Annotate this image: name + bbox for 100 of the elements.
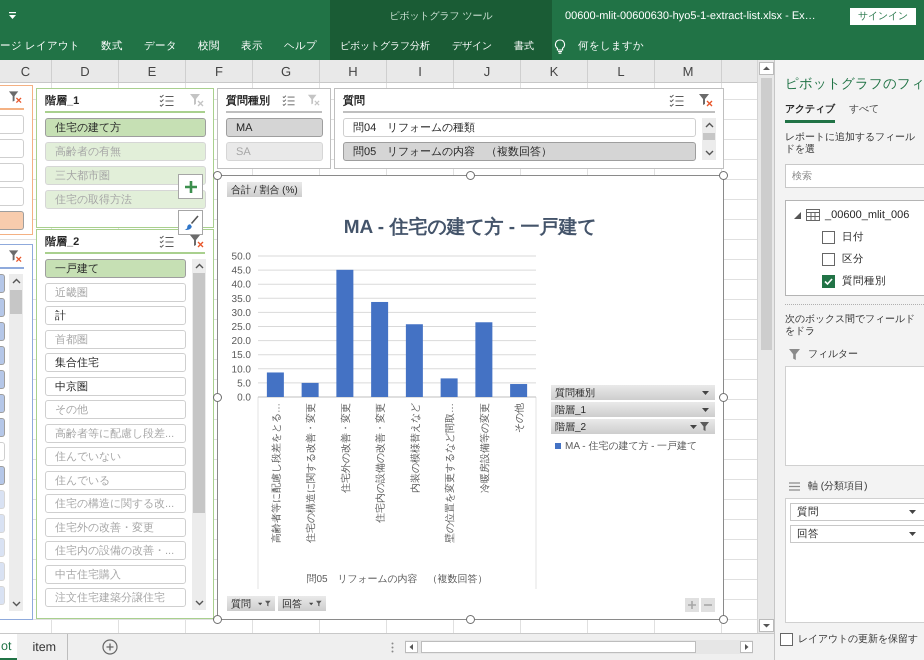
dropdown-icon[interactable]: [909, 510, 916, 514]
clear-filter-icon[interactable]: [8, 90, 22, 104]
chart-styles-button[interactable]: [178, 210, 203, 235]
slicer-item[interactable]: [0, 370, 5, 389]
checkbox[interactable]: [822, 230, 835, 244]
dropdown-icon[interactable]: [702, 390, 709, 394]
horizontal-scrollbar[interactable]: [405, 640, 753, 654]
slicer-item[interactable]: 一戸建て: [45, 259, 186, 278]
ribbon-tab[interactable]: 書式: [514, 39, 534, 53]
checklist-icon[interactable]: [669, 94, 684, 106]
sheet-tab[interactable]: item: [21, 634, 68, 660]
slicer-item[interactable]: 問04 リフォームの種類: [343, 118, 696, 137]
column-header[interactable]: L: [588, 60, 655, 82]
area-field[interactable]: 質問: [790, 503, 924, 521]
scroll-down-icon[interactable]: [194, 600, 204, 606]
dropdown-icon[interactable]: [690, 424, 697, 428]
checklist-icon[interactable]: [282, 94, 295, 106]
scroll-up-icon[interactable]: [704, 122, 714, 128]
scrollbar[interactable]: [9, 274, 23, 611]
dropdown-icon[interactable]: [702, 408, 709, 412]
resize-handle[interactable]: [213, 393, 222, 402]
scrollbar-thumb[interactable]: [421, 641, 696, 653]
field-button[interactable]: 質問種別: [551, 385, 715, 400]
scrollbar-thumb[interactable]: [703, 133, 715, 140]
sign-in-button[interactable]: サインイン: [850, 8, 916, 24]
vertical-scrollbar[interactable]: [757, 60, 774, 633]
resize-handle[interactable]: [213, 171, 222, 180]
vertical-dots-icon[interactable]: [391, 642, 394, 652]
resize-handle[interactable]: [466, 615, 475, 624]
field-button[interactable]: 回答: [278, 596, 326, 611]
field-name[interactable]: 区分: [842, 252, 864, 266]
ribbon-tab[interactable]: ピボットグラフ分析: [340, 39, 430, 53]
resize-handle[interactable]: [719, 393, 728, 402]
scroll-right-icon[interactable]: [740, 641, 753, 653]
column-header[interactable]: F: [186, 60, 253, 82]
dropdown-icon[interactable]: [909, 532, 916, 536]
column-header[interactable]: K: [521, 60, 588, 82]
scroll-down-icon[interactable]: [704, 150, 714, 156]
scrollbar-thumb[interactable]: [10, 290, 22, 314]
search-field[interactable]: 検索: [785, 164, 924, 188]
scrollbar[interactable]: [192, 259, 206, 610]
slicer-item[interactable]: [0, 394, 5, 413]
column-header[interactable]: M: [655, 60, 722, 82]
field-button[interactable]: 質問: [227, 596, 275, 611]
sheet-tab[interactable]: ot: [0, 634, 18, 660]
dropdown-icon[interactable]: [258, 602, 262, 606]
checkbox[interactable]: [822, 274, 835, 288]
resize-handle[interactable]: [466, 171, 475, 180]
slicer-item[interactable]: 計: [45, 306, 186, 325]
slicer-item[interactable]: 住宅の建て方: [45, 118, 206, 137]
scrollbar-thumb[interactable]: [760, 78, 772, 350]
tell-me-search[interactable]: 何をしますか: [578, 39, 644, 53]
slicer-item[interactable]: 中京圏: [45, 376, 186, 396]
pane-tab[interactable]: アクティブ: [785, 102, 835, 123]
ribbon-tab[interactable]: ージ レイアウト: [0, 39, 80, 53]
ribbon-tab[interactable]: データ: [144, 39, 177, 53]
ribbon-tab[interactable]: 数式: [100, 39, 123, 53]
field-button[interactable]: 階層_1: [551, 402, 715, 417]
slicer-item[interactable]: [0, 418, 5, 437]
clear-filter-icon[interactable]: [698, 93, 713, 107]
clear-filter-icon[interactable]: [8, 249, 22, 263]
resize-handle[interactable]: [719, 171, 728, 180]
scroll-up-icon[interactable]: [194, 263, 204, 269]
slicer-item[interactable]: 集合住宅: [45, 353, 186, 372]
pane-tab[interactable]: すべて: [849, 102, 879, 123]
checklist-icon[interactable]: [159, 94, 174, 106]
column-header[interactable]: I: [387, 60, 454, 82]
dropdown-icon[interactable]: [8, 12, 17, 20]
scroll-down-icon[interactable]: [12, 601, 20, 607]
clear-filter-icon[interactable]: [189, 234, 204, 248]
scrollbar-thumb[interactable]: [193, 273, 205, 513]
checkbox[interactable]: [822, 252, 835, 266]
field-name[interactable]: 日付: [842, 230, 864, 244]
slicer-item[interactable]: [0, 322, 5, 341]
column-header[interactable]: H: [320, 60, 387, 82]
scroll-down-icon[interactable]: [758, 619, 774, 632]
add-sheet-icon[interactable]: [102, 639, 118, 655]
scrollbar[interactable]: [702, 118, 716, 160]
slicer-item[interactable]: [0, 298, 5, 317]
column-header[interactable]: C: [0, 60, 52, 82]
checklist-icon[interactable]: [159, 234, 174, 248]
slicer-item[interactable]: [0, 274, 5, 293]
field-button[interactable]: 合計 / 割合 (%): [227, 182, 302, 197]
expand-caret-icon[interactable]: [794, 212, 801, 218]
ribbon-tab[interactable]: ヘルプ: [284, 39, 317, 53]
slicer-item[interactable]: [0, 466, 5, 485]
column-header[interactable]: G: [253, 60, 320, 82]
resize-handle[interactable]: [719, 615, 728, 624]
scroll-left-icon[interactable]: [405, 641, 418, 653]
dropdown-icon[interactable]: [309, 602, 314, 606]
scroll-up-icon[interactable]: [758, 62, 774, 75]
field-name[interactable]: 質問種別: [842, 274, 886, 288]
defer-update-label[interactable]: レイアウトの更新を保留す: [798, 632, 918, 646]
field-button[interactable]: 階層_2: [551, 419, 715, 434]
column-header[interactable]: D: [52, 60, 119, 82]
column-header[interactable]: E: [119, 60, 186, 82]
chart-elements-button[interactable]: [178, 174, 203, 199]
ribbon-tab[interactable]: 表示: [240, 39, 263, 53]
ribbon-tab[interactable]: デザイン: [452, 39, 492, 53]
slicer-item[interactable]: 問05 リフォームの内容 （複数回答）: [343, 142, 696, 161]
